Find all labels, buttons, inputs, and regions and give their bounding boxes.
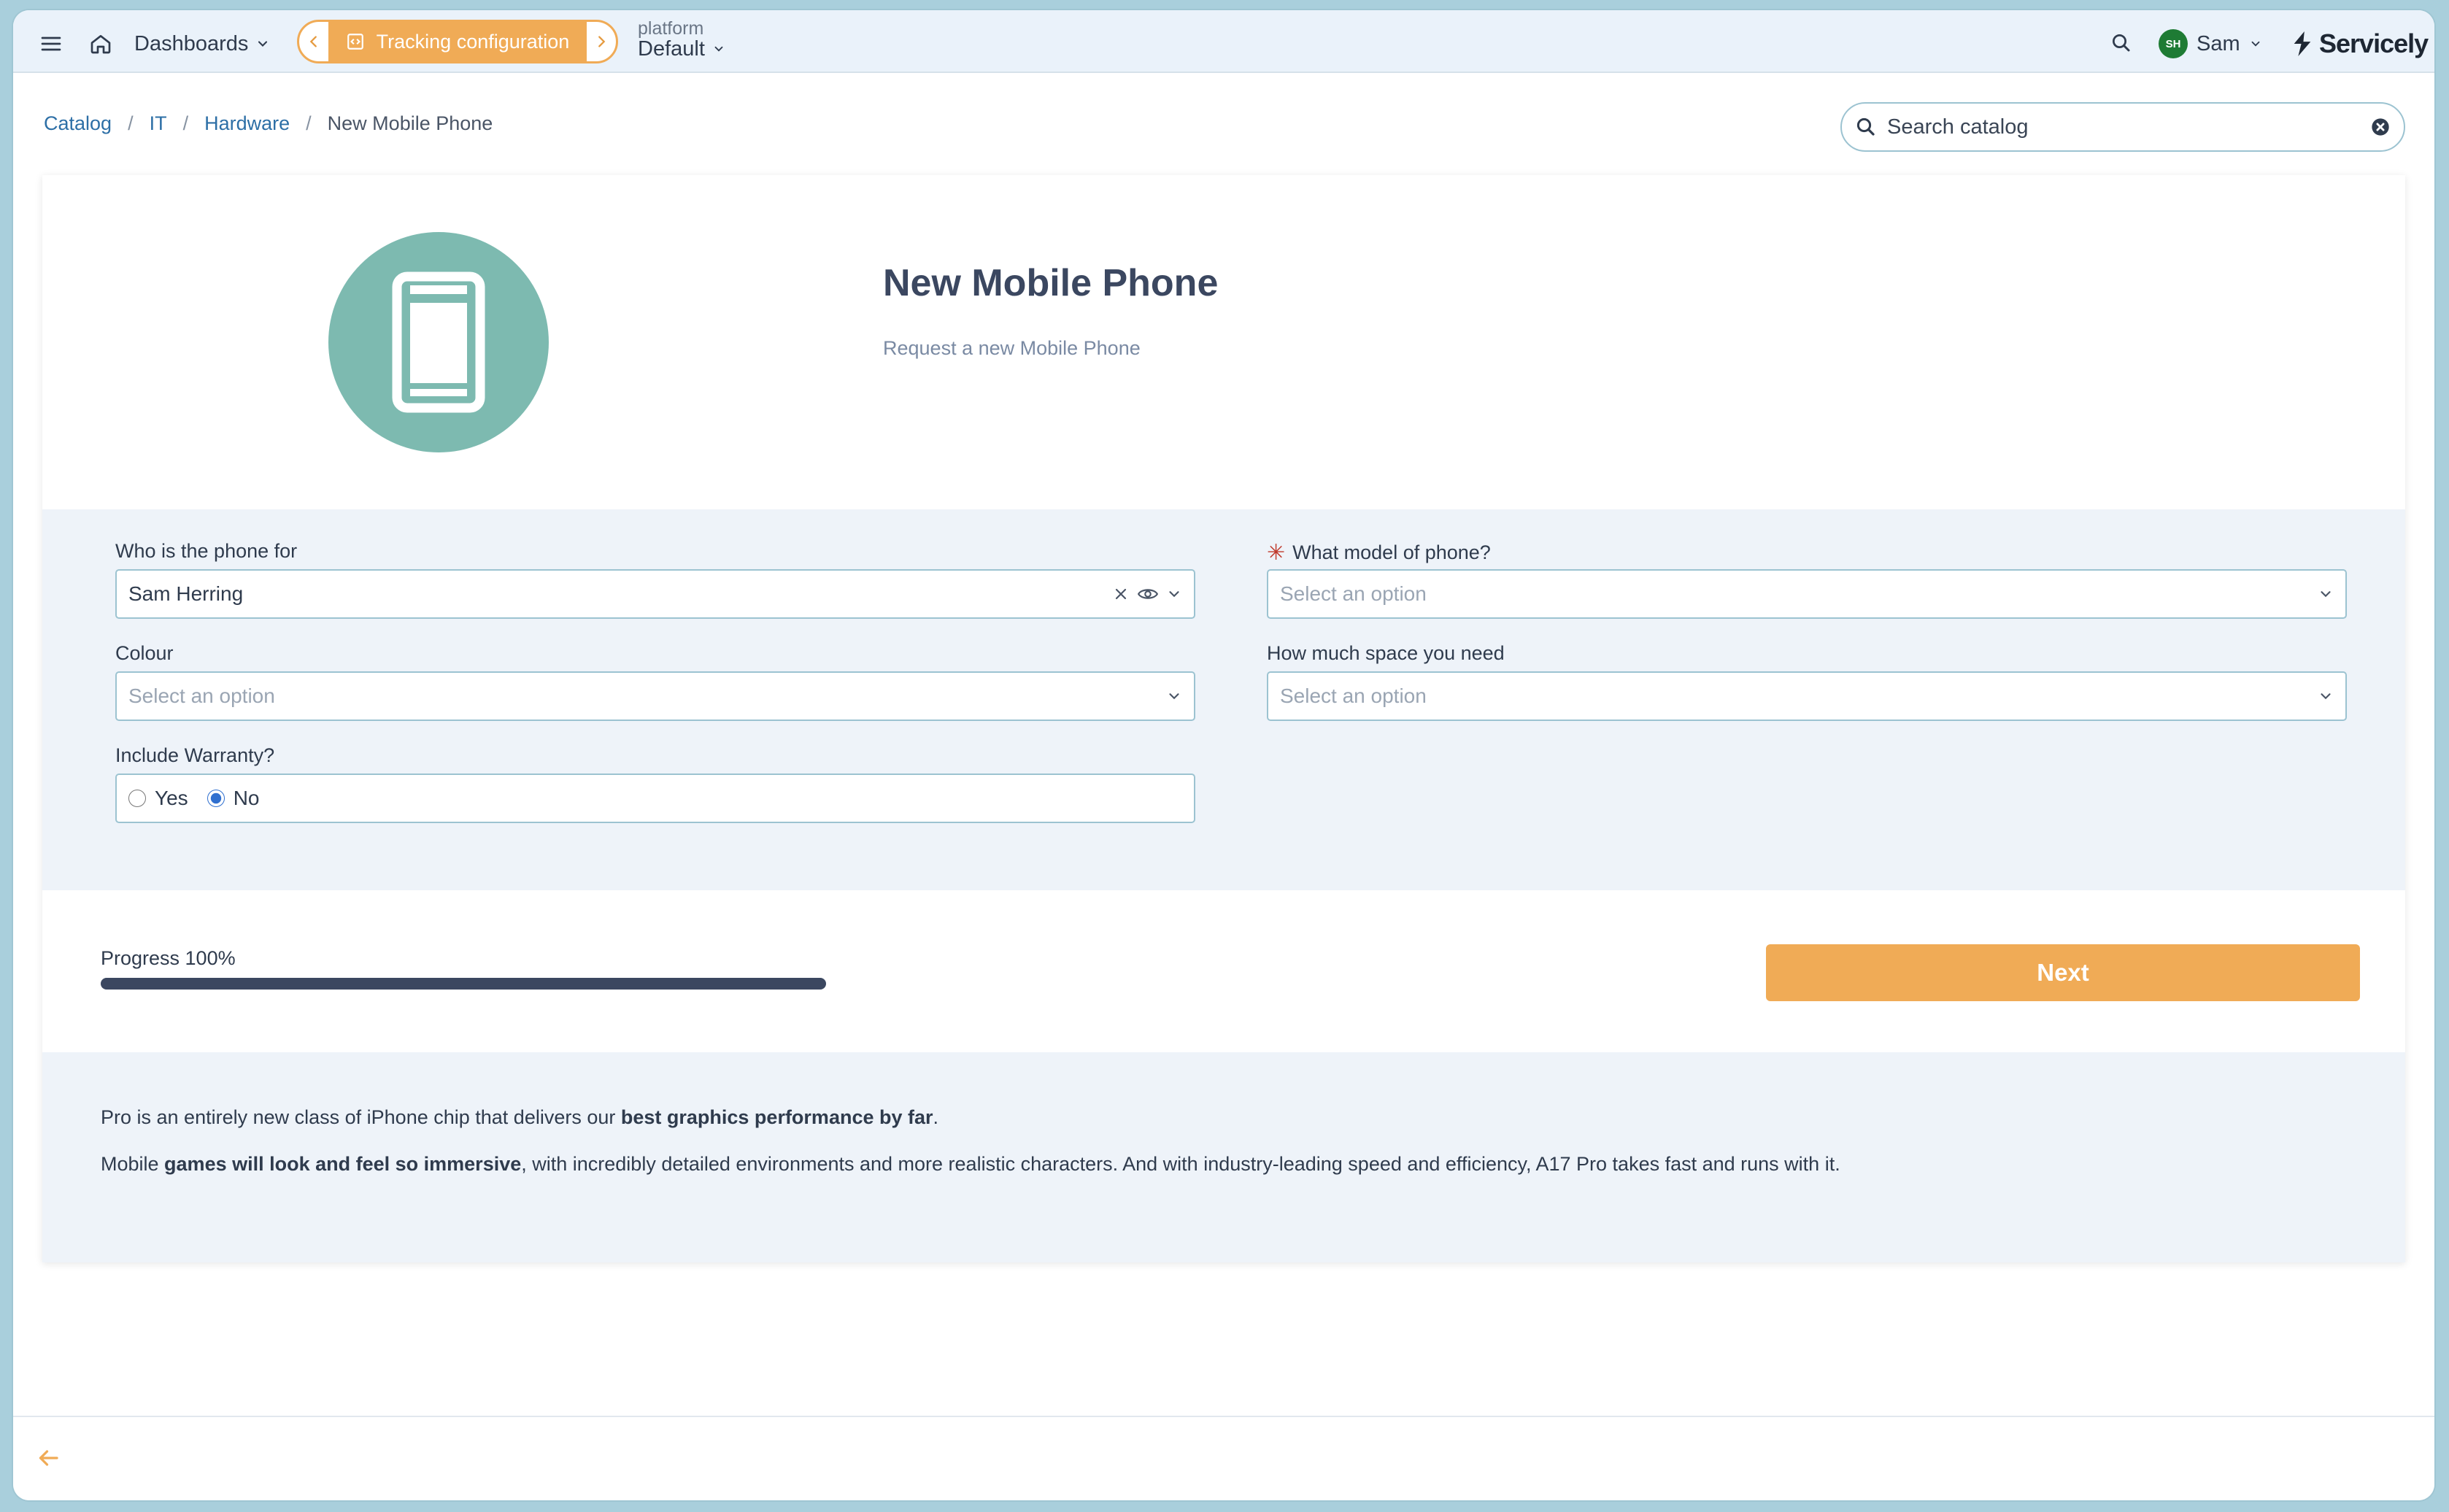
user-menu[interactable]: SH Sam — [2159, 22, 2262, 66]
breadcrumb-catalog[interactable]: Catalog — [44, 112, 112, 135]
chevron-down-icon[interactable] — [1166, 586, 1182, 602]
catalog-search — [1840, 102, 2405, 152]
colour-label: Colour — [115, 642, 174, 665]
progress-label: Progress 100% — [101, 947, 236, 969]
platform-value: Default — [638, 37, 705, 61]
app-window: Dashboards Tracking configuration platfo… — [13, 10, 2434, 1500]
description-paragraph-2: Mobile games will look and feel so immer… — [101, 1153, 1840, 1176]
breadcrumb-hardware[interactable]: Hardware — [204, 112, 290, 135]
page-subtitle: Request a new Mobile Phone — [883, 337, 1141, 359]
avatar: SH — [2159, 29, 2188, 58]
storage-space-label-text: How much space you need — [1267, 642, 1505, 664]
breadcrumb-it[interactable]: IT — [150, 112, 167, 135]
desc-text: . — [933, 1106, 939, 1128]
chevron-down-icon — [2318, 586, 2334, 602]
phone-model-placeholder: Select an option — [1280, 582, 1427, 605]
progress-section: Progress 100% Next — [42, 890, 2405, 1052]
next-button[interactable]: Next — [1766, 944, 2360, 1001]
storage-space-label: How much space you need — [1267, 642, 1505, 665]
warranty-label-text: Include Warranty? — [115, 744, 275, 766]
page-title: New Mobile Phone — [883, 262, 1219, 304]
mobile-phone-icon — [328, 232, 549, 452]
warranty-yes-option[interactable]: Yes — [128, 787, 188, 810]
chevron-down-icon — [2251, 41, 2260, 47]
warranty-no-label: No — [233, 787, 260, 809]
warranty-label: Include Warranty? — [115, 744, 274, 767]
chevron-right-icon — [598, 36, 606, 47]
warranty-radio-group: Yes No — [115, 774, 1195, 823]
description-section: Pro is an entirely new class of iPhone c… — [42, 1052, 2405, 1262]
code-box-icon — [347, 34, 363, 50]
storage-space-select[interactable]: Select an option — [1267, 671, 2347, 721]
hamburger-menu-icon[interactable] — [29, 22, 73, 66]
platform-label: platform — [638, 18, 704, 39]
description-paragraph-1: Pro is an entirely new class of iPhone c… — [101, 1106, 938, 1129]
desc-text: Pro is an entirely new class of iPhone c… — [101, 1106, 621, 1128]
clear-icon[interactable] — [1112, 585, 1130, 603]
footer-bar — [13, 1416, 2434, 1500]
chevron-left-icon — [309, 36, 317, 47]
desc-text: , with incredibly detailed environments … — [521, 1153, 1840, 1175]
warranty-yes-radio[interactable] — [128, 790, 146, 807]
progress-bar — [101, 978, 826, 990]
breadcrumb-current: New Mobile Phone — [327, 112, 493, 134]
dashboards-menu[interactable]: Dashboards — [134, 22, 270, 66]
colour-label-text: Colour — [115, 642, 174, 664]
chevron-down-icon — [258, 41, 268, 47]
breadcrumb: Catalog / IT / Hardware / New Mobile Pho… — [44, 112, 493, 135]
back-arrow-icon[interactable] — [35, 1445, 64, 1474]
request-form: Who is the phone for Sam Herring ✳ What … — [42, 509, 2405, 890]
top-bar: Dashboards Tracking configuration platfo… — [13, 10, 2434, 73]
colour-placeholder: Select an option — [128, 684, 275, 707]
breadcrumb-separator: / — [182, 112, 189, 134]
tracking-configuration-button[interactable]: Tracking configuration — [328, 22, 587, 61]
catalog-item-card: New Mobile Phone Request a new Mobile Ph… — [42, 175, 2405, 1262]
breadcrumb-separator: / — [306, 112, 312, 134]
chevron-down-icon — [2318, 688, 2334, 704]
tracking-next-button[interactable] — [587, 22, 616, 61]
tracking-configuration-label: Tracking configuration — [376, 30, 570, 53]
tracking-prev-button[interactable] — [299, 22, 328, 61]
phone-model-label: ✳ What model of phone? — [1267, 540, 1491, 566]
chevron-down-icon — [1166, 688, 1182, 704]
global-search-icon[interactable] — [2103, 25, 2140, 61]
home-icon[interactable] — [79, 22, 123, 66]
platform-selector[interactable]: platform Default — [638, 19, 725, 61]
servicely-logo-icon — [2294, 31, 2311, 56]
brand-name: Servicely — [2319, 28, 2429, 58]
tracking-configuration-control: Tracking configuration — [297, 20, 618, 63]
who-is-phone-for-label: Who is the phone for — [115, 540, 297, 563]
phone-model-select[interactable]: Select an option — [1267, 569, 2347, 619]
warranty-no-option[interactable]: No — [207, 787, 260, 810]
brand-logo[interactable]: Servicely — [2290, 23, 2429, 64]
desc-text: Mobile — [101, 1153, 165, 1175]
storage-space-placeholder: Select an option — [1280, 684, 1427, 707]
warranty-yes-label: Yes — [155, 787, 188, 809]
user-name: Sam — [2197, 31, 2240, 55]
warranty-no-radio[interactable] — [207, 790, 225, 807]
who-is-phone-for-value: Sam Herring — [128, 582, 244, 605]
dashboards-label: Dashboards — [134, 31, 249, 55]
phone-model-label-text: What model of phone? — [1292, 541, 1491, 563]
search-icon — [1856, 117, 1875, 136]
who-is-phone-for-field[interactable]: Sam Herring — [115, 569, 1195, 619]
clear-search-icon[interactable] — [2370, 117, 2391, 137]
desc-bold-text: games will look and feel so immersive — [164, 1153, 522, 1175]
who-is-phone-for-label-text: Who is the phone for — [115, 540, 298, 562]
progress-bar-fill — [101, 978, 826, 990]
desc-bold-text: best graphics performance by far — [620, 1106, 933, 1128]
required-asterisk-icon: ✳ — [1267, 541, 1286, 565]
chevron-down-icon — [714, 47, 723, 53]
eye-icon[interactable] — [1137, 585, 1159, 603]
catalog-search-input[interactable] — [1887, 115, 2370, 139]
breadcrumb-separator: / — [128, 112, 134, 134]
colour-select[interactable]: Select an option — [115, 671, 1195, 721]
